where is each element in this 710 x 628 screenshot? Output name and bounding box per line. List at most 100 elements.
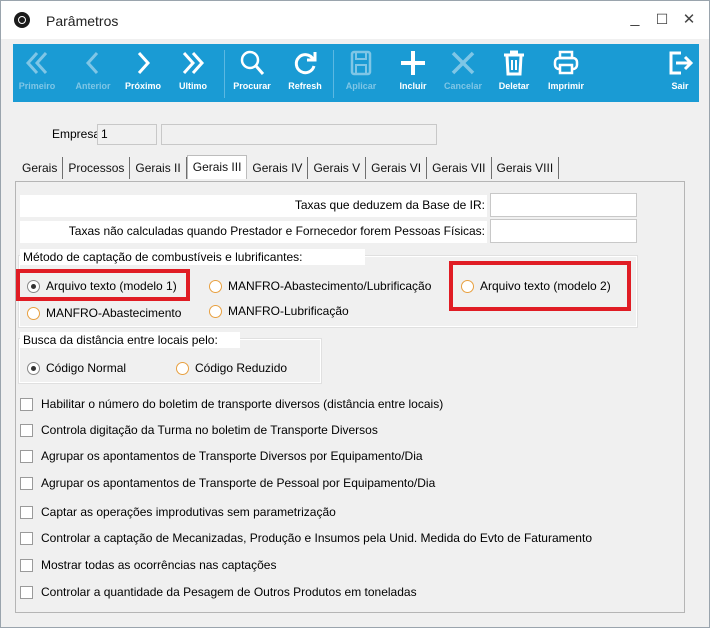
checkbox-icon — [20, 585, 33, 599]
taxas-nao-calculadas-label: Taxas não calculadas quando Prestador e … — [20, 221, 487, 243]
delete-label: Deletar — [498, 81, 530, 91]
checkbox-mostrar-ocorrencias[interactable]: Mostrar todas as ocorrências nas captaçõ… — [20, 558, 276, 572]
exit-button[interactable]: Sair — [665, 48, 695, 100]
printer-icon — [553, 50, 579, 75]
tab-processos[interactable]: Processos — [63, 157, 131, 179]
last-button[interactable]: Ultimo — [173, 48, 213, 100]
busca-group-title: Busca da distância entre locais pelo: — [20, 332, 240, 348]
radio-unselected-icon — [209, 279, 222, 293]
last-label: Ultimo — [179, 81, 207, 91]
checkbox-habilitar-numero-boletim[interactable]: Habilitar o número do boletim de transpo… — [20, 397, 443, 411]
tab-gerais-v[interactable]: Gerais V — [308, 157, 367, 179]
tab-gerais-iv[interactable]: Gerais IV — [247, 157, 309, 179]
refresh-icon — [294, 52, 317, 75]
tab-gerais-vi[interactable]: Gerais VI — [366, 157, 428, 179]
radio-manfro-abastecimento-lubrificacao[interactable]: MANFRO-Abastecimento/Lubrificação — [209, 279, 431, 293]
checkbox-label: Controla digitação da Turma no boletim d… — [41, 423, 378, 437]
checkbox-agrupar-transporte-pessoal[interactable]: Agrupar os apontamentos de Transporte de… — [20, 476, 435, 490]
checkbox-icon — [20, 449, 33, 463]
checkbox-icon — [20, 397, 33, 411]
search-button[interactable]: Procurar — [229, 48, 275, 100]
exit-icon — [669, 51, 694, 75]
include-button[interactable]: Incluir — [393, 48, 433, 100]
next-button[interactable]: Próximo — [121, 48, 165, 100]
print-label: Imprimir — [547, 81, 584, 91]
title-bar: Parâmetros _ ☐ ✕ — [1, 1, 709, 39]
radio-manfro-lubrificacao[interactable]: MANFRO-Lubrificação — [209, 304, 349, 318]
radio-selected-icon — [27, 361, 40, 375]
radio-codigo-normal-label: Código Normal — [46, 361, 127, 375]
checkbox-icon — [20, 558, 33, 572]
empresa-label: Empresa: — [52, 127, 104, 141]
empresa-code-input[interactable]: 1 — [97, 124, 157, 145]
minimize-button[interactable]: _ — [623, 7, 647, 31]
save-icon — [350, 50, 372, 76]
search-icon — [240, 50, 265, 75]
checkbox-controlar-captacao-mecanizadas[interactable]: Controlar a captação de Mecanizadas, Pro… — [20, 531, 592, 545]
taxas-deduzem-label: Taxas que deduzem da Base de IR: — [20, 195, 487, 217]
empresa-name-input[interactable] — [161, 124, 437, 145]
checkbox-icon — [20, 531, 33, 545]
x-icon — [451, 51, 475, 75]
radio-codigo-reduzido[interactable]: Código Reduzido — [176, 361, 287, 375]
tab-gerais[interactable]: Gerais — [17, 157, 64, 179]
apply-button[interactable]: Aplicar — [339, 48, 383, 100]
checkbox-controla-digitacao-turma[interactable]: Controla digitação da Turma no boletim d… — [20, 423, 378, 437]
apply-label: Aplicar — [345, 81, 377, 91]
checkbox-label: Controlar a quantidade da Pesagem de Out… — [41, 585, 417, 599]
maximize-button[interactable]: ☐ — [650, 7, 674, 31]
highlight-box-modelo-1 — [16, 269, 190, 301]
radio-manfro-abastecimento[interactable]: MANFRO-Abastecimento — [27, 306, 181, 320]
previous-label: Anterior — [75, 81, 111, 91]
first-label: Primeiro — [18, 81, 56, 91]
radio-manfro-abastecimento-label: MANFRO-Abastecimento — [46, 306, 182, 320]
radio-codigo-reduzido-label: Código Reduzido — [195, 361, 288, 375]
highlight-box-modelo-2 — [449, 261, 631, 311]
chevron-left-icon — [85, 51, 99, 75]
radio-codigo-normal[interactable]: Código Normal — [27, 361, 126, 375]
radio-manfro-abastecimento-lubrificacao-label: MANFRO-Abastecimento/Lubrificação — [228, 279, 432, 293]
app-logo-icon — [14, 12, 30, 28]
tab-gerais-iii[interactable]: Gerais III — [186, 155, 248, 179]
radio-manfro-lubrificacao-label: MANFRO-Lubrificação — [228, 304, 349, 318]
checkbox-icon — [20, 505, 33, 519]
tab-gerais-vii[interactable]: Gerais VII — [427, 157, 492, 179]
first-button[interactable]: Primeiro — [17, 48, 57, 100]
metodo-group-title: Método de captação de combustíveis e lub… — [20, 249, 365, 265]
toolbar: Primeiro Anterior Próximo Ultimo Procura… — [13, 44, 699, 102]
checkbox-label: Captar as operações improdutivas sem par… — [41, 505, 336, 519]
double-chevron-right-icon — [182, 51, 205, 75]
radio-unselected-icon — [209, 304, 222, 318]
checkbox-agrupar-transporte-diversos[interactable]: Agrupar os apontamentos de Transporte Di… — [20, 449, 423, 463]
taxas-nao-calculadas-input[interactable] — [490, 219, 637, 243]
checkbox-icon — [20, 423, 33, 437]
taxas-deduzem-input[interactable] — [490, 193, 637, 217]
tab-gerais-viii[interactable]: Gerais VIII — [492, 157, 560, 179]
cancel-label: Cancelar — [443, 81, 483, 91]
refresh-label: Refresh — [288, 81, 322, 91]
tab-gerais-ii[interactable]: Gerais II — [130, 157, 187, 179]
delete-button[interactable]: Deletar — [493, 48, 535, 100]
refresh-button[interactable]: Refresh — [283, 48, 327, 100]
plus-icon — [401, 51, 425, 75]
print-button[interactable]: Imprimir — [543, 48, 589, 100]
checkbox-label: Habilitar o número do boletim de transpo… — [41, 397, 444, 411]
double-chevron-left-icon — [25, 51, 48, 75]
close-button[interactable]: ✕ — [677, 7, 701, 31]
radio-unselected-icon — [27, 306, 40, 320]
exit-label: Sair — [671, 81, 689, 91]
checkbox-label: Agrupar os apontamentos de Transporte de… — [41, 476, 436, 490]
parametros-window: Parâmetros _ ☐ ✕ Primeiro Anterior Próxi… — [0, 0, 710, 628]
checkbox-label: Controlar a captação de Mecanizadas, Pro… — [41, 531, 592, 545]
checkbox-captar-operacoes-improdutivas[interactable]: Captar as operações improdutivas sem par… — [20, 505, 336, 519]
include-label: Incluir — [399, 81, 427, 91]
checkbox-icon — [20, 476, 33, 490]
checkbox-label: Mostrar todas as ocorrências nas captaçõ… — [41, 558, 277, 572]
cancel-button[interactable]: Cancelar — [441, 48, 485, 100]
checkbox-label: Agrupar os apontamentos de Transporte Di… — [41, 449, 423, 463]
chevron-right-icon — [137, 51, 151, 75]
previous-button[interactable]: Anterior — [71, 48, 115, 100]
checkbox-controlar-pesagem-toneladas[interactable]: Controlar a quantidade da Pesagem de Out… — [20, 585, 417, 599]
window-title: Parâmetros — [46, 13, 119, 29]
tab-bar: Gerais Processos Gerais II Gerais III Ge… — [17, 155, 560, 179]
